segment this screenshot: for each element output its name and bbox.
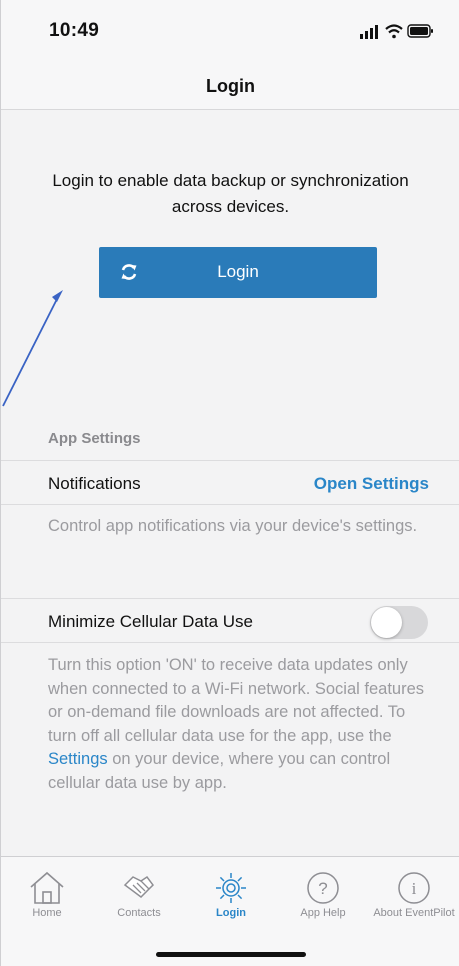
tab-bar: Home Contacts Login ? App Help i About E… — [1, 856, 459, 966]
info-icon: i — [398, 872, 430, 904]
tab-contacts-label: Contacts — [117, 907, 161, 919]
home-icon — [30, 871, 64, 904]
cellular-data-label: Minimize Cellular Data Use — [48, 612, 254, 631]
settings-link[interactable]: Settings — [48, 750, 108, 768]
notifications-label: Notifications — [48, 474, 141, 493]
cellular-data-description: Turn this option 'ON' to receive data up… — [48, 654, 430, 795]
notifications-row: Notifications Open Settings — [1, 460, 459, 505]
gear-icon — [216, 873, 246, 903]
cellular-data-row: Minimize Cellular Data Use — [1, 598, 459, 643]
login-button[interactable]: Login — [99, 247, 377, 298]
navigation-bar: Login — [1, 60, 459, 110]
page-title: Login — [206, 76, 255, 96]
toggle-knob — [371, 607, 402, 638]
tab-login-label: Login — [216, 907, 246, 919]
tab-app-help-label: App Help — [300, 907, 346, 919]
tab-home-label: Home — [32, 907, 62, 919]
signal-icon — [360, 25, 378, 39]
svg-text:?: ? — [318, 879, 327, 898]
cellular-data-toggle[interactable] — [370, 606, 428, 639]
handshake-icon — [123, 875, 154, 898]
notifications-description: Control app notifications via your devic… — [48, 517, 418, 535]
home-indicator[interactable] — [156, 952, 306, 957]
login-message: Login to enable data backup or synchroni… — [52, 171, 409, 216]
tab-contacts[interactable]: Contacts — [93, 857, 185, 919]
tab-home[interactable]: Home — [1, 857, 93, 919]
status-icons — [360, 24, 433, 39]
svg-text:i: i — [412, 879, 417, 898]
question-icon: ? — [307, 872, 339, 904]
main-content: Login to enable data backup or synchroni… — [1, 110, 459, 856]
battery-icon — [407, 24, 433, 38]
status-time: 10:49 — [49, 20, 100, 41]
app-frame: 10:49 Login Login to enable data backup … — [0, 0, 459, 966]
tab-app-help[interactable]: ? App Help — [277, 857, 369, 919]
tab-about[interactable]: i About EventPilot — [368, 857, 459, 919]
section-header-app-settings: App Settings — [48, 430, 141, 447]
open-settings-link[interactable]: Open Settings — [314, 474, 429, 494]
tab-login[interactable]: Login — [185, 857, 277, 919]
wifi-icon — [385, 24, 403, 39]
cellular-description-text: Turn this option 'ON' to receive data up… — [48, 656, 425, 745]
login-button-label: Login — [217, 262, 259, 281]
tab-about-label: About EventPilot — [373, 907, 455, 919]
annotation-arrow — [2, 290, 63, 407]
status-bar: 10:49 — [1, 0, 459, 60]
